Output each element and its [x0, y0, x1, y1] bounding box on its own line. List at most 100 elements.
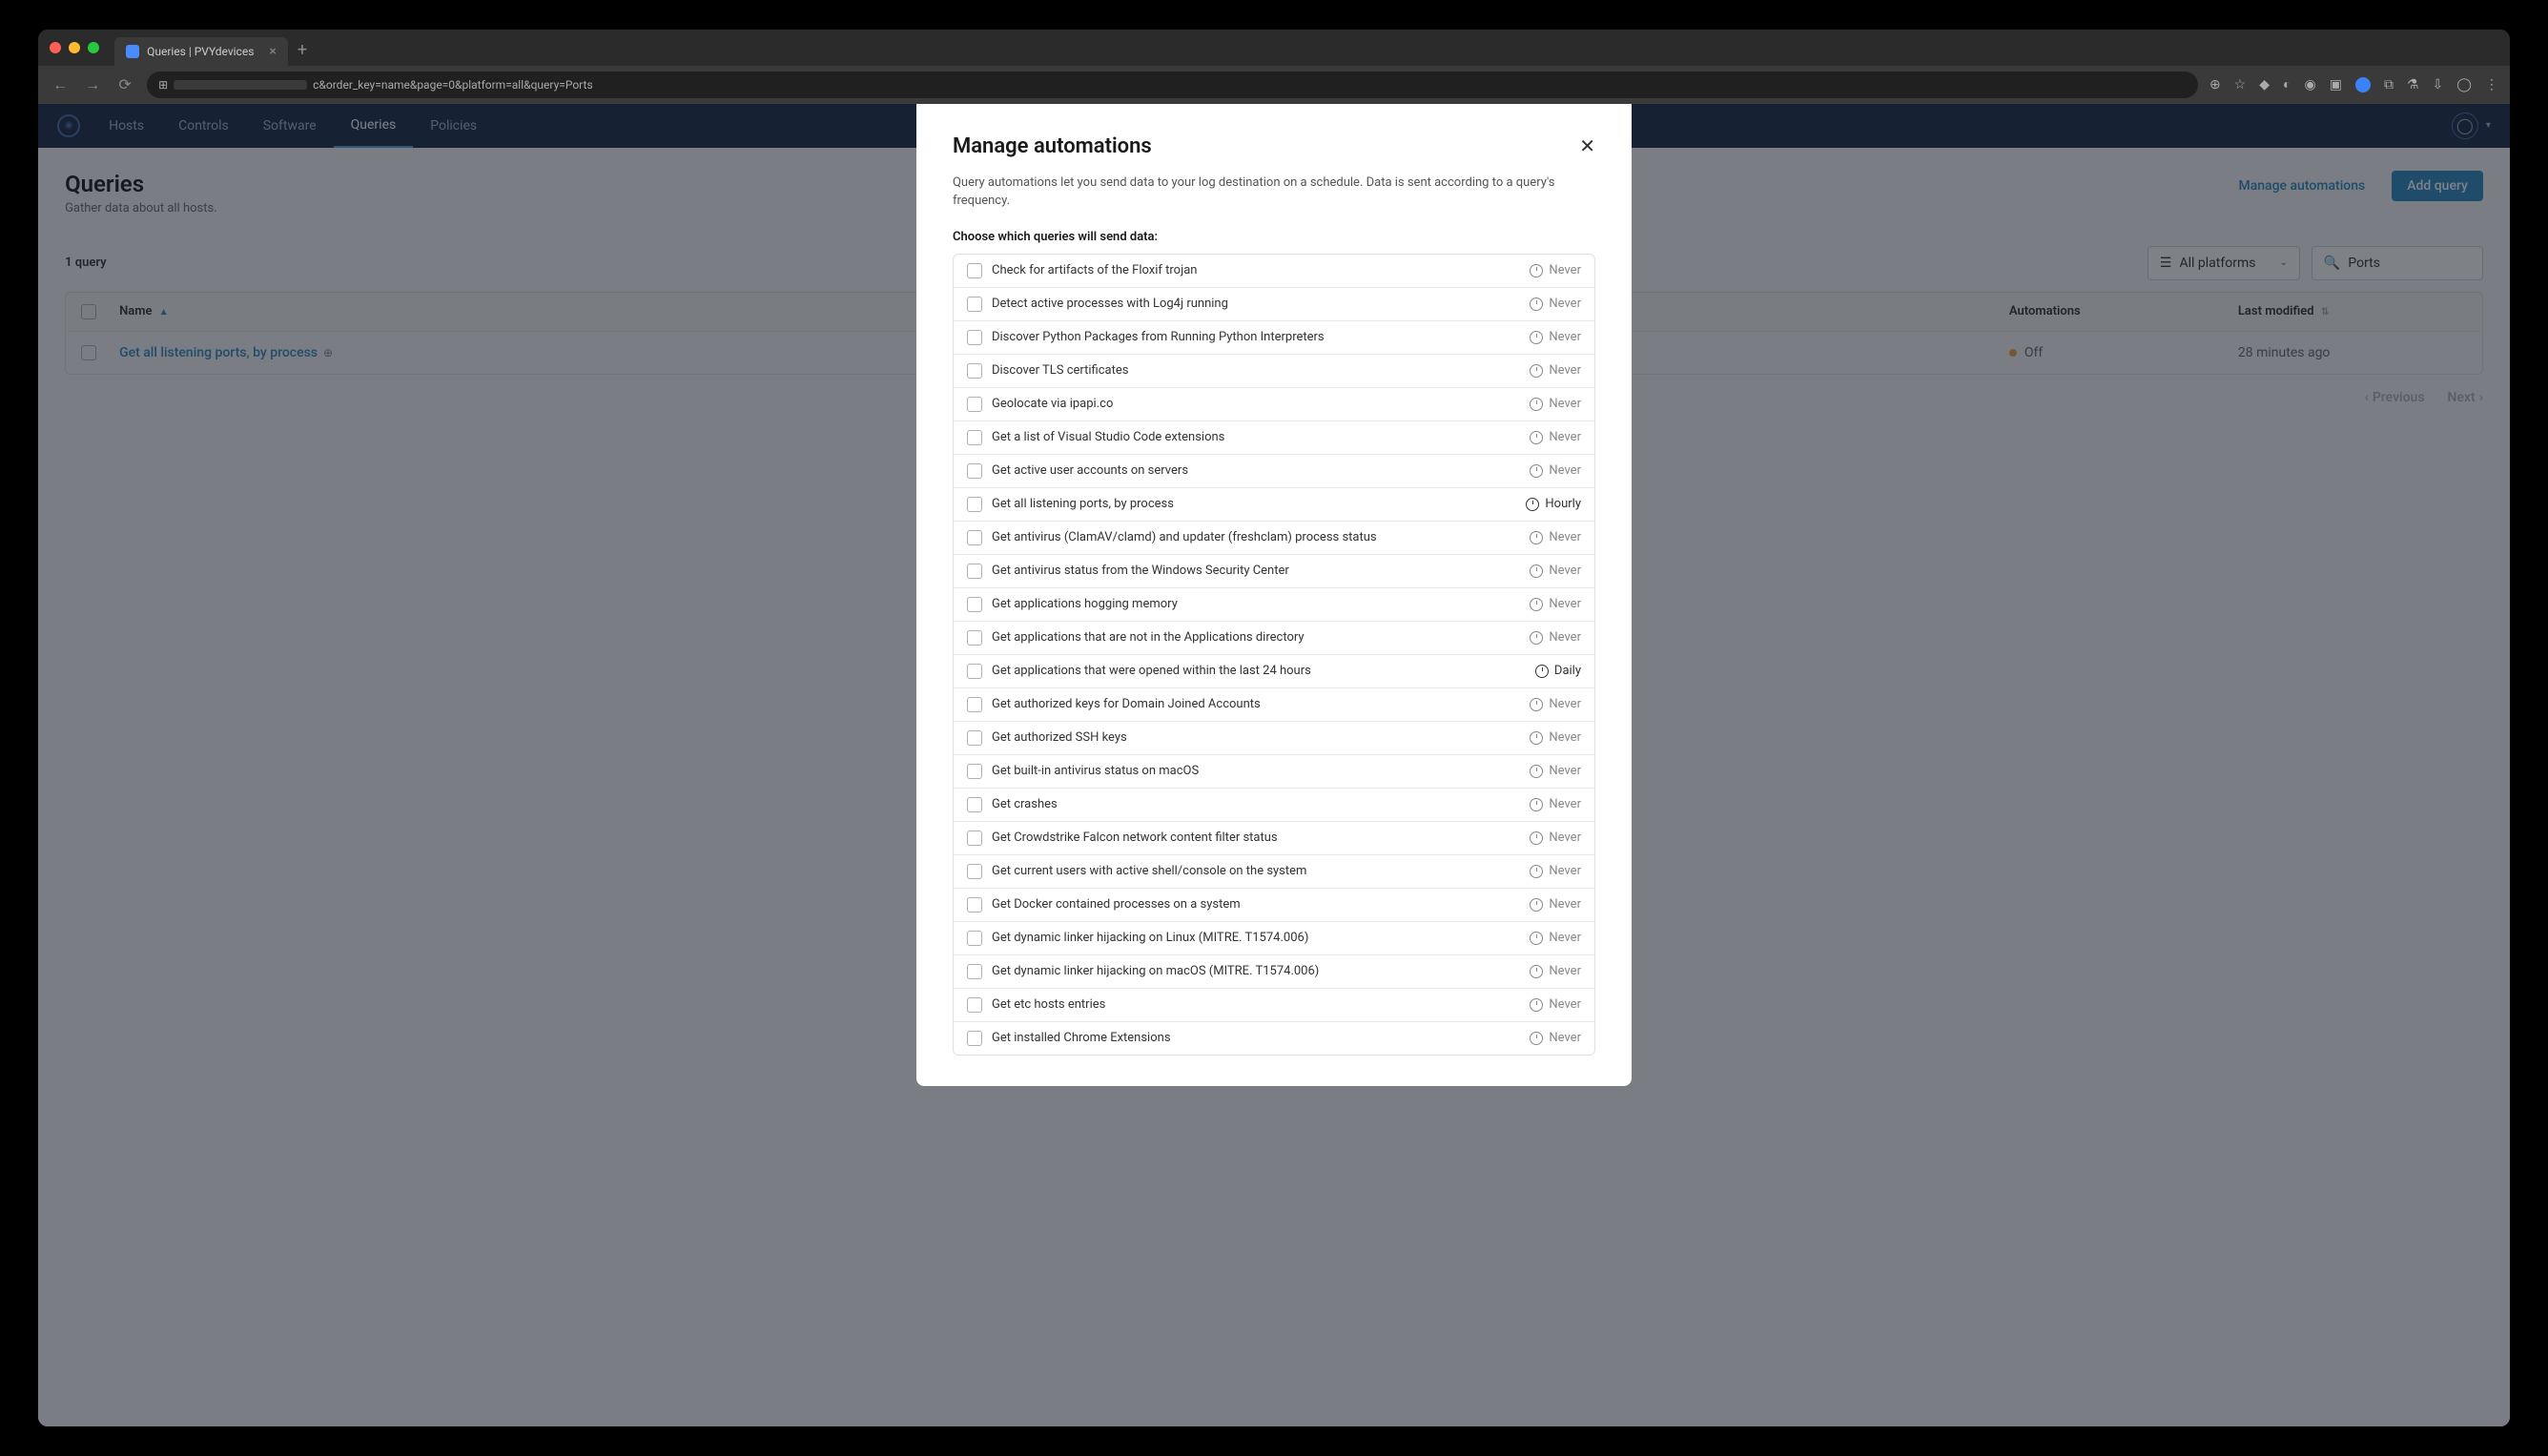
site-info-icon[interactable]: ⊞ [158, 78, 168, 92]
query-checkbox[interactable] [967, 897, 982, 913]
query-checkbox[interactable] [967, 697, 982, 712]
query-checkbox[interactable] [967, 931, 982, 946]
query-checkbox[interactable] [967, 797, 982, 812]
app-content: ◉ HostsControlsSoftwareQueriesPolicies ◯… [38, 104, 2510, 1427]
query-checkbox[interactable] [967, 664, 982, 679]
automation-query-row: Get installed Chrome ExtensionsNever [954, 1022, 1594, 1055]
query-name: Get Crowdstrike Falcon network content f… [992, 831, 1530, 845]
query-checkbox[interactable] [967, 463, 982, 479]
query-name: Geolocate via ipapi.co [992, 397, 1530, 411]
modal-close-button[interactable]: ✕ [1579, 134, 1595, 157]
modal-header: Manage automations ✕ [953, 134, 1595, 158]
query-checkbox[interactable] [967, 497, 982, 512]
clock-icon [1530, 531, 1543, 544]
query-checkbox[interactable] [967, 430, 982, 445]
automation-query-row: Get antivirus status from the Windows Se… [954, 555, 1594, 588]
query-checkbox-cell [967, 964, 992, 979]
query-name: Discover Python Packages from Running Py… [992, 330, 1530, 344]
menu-icon[interactable]: ⋮ [2485, 77, 2498, 92]
query-frequency: Never [1530, 897, 1581, 912]
minimize-window-button[interactable] [69, 42, 80, 53]
query-frequency: Never [1530, 397, 1581, 411]
query-checkbox-cell [967, 597, 992, 612]
query-checkbox-cell [967, 497, 992, 512]
query-checkbox-cell [967, 797, 992, 812]
query-checkbox[interactable] [967, 530, 982, 545]
automation-query-row: Get all listening ports, by processHourl… [954, 488, 1594, 522]
query-checkbox[interactable] [967, 630, 982, 646]
query-checkbox[interactable] [967, 297, 982, 312]
query-frequency: Never [1530, 297, 1581, 311]
automation-query-row: Get active user accounts on serversNever [954, 455, 1594, 488]
modal-description: Query automations let you send data to y… [953, 174, 1595, 211]
zoom-icon[interactable]: ⊕ [2209, 77, 2221, 92]
query-name: Get a list of Visual Studio Code extensi… [992, 430, 1530, 444]
clock-icon [1530, 898, 1543, 912]
extension1-icon[interactable]: ◆ [2259, 77, 2270, 92]
query-frequency: Never [1530, 764, 1581, 778]
query-name: Get dynamic linker hijacking on macOS (M… [992, 964, 1530, 978]
browser-tab[interactable]: Queries | PVYdevices × [114, 37, 288, 66]
extensions-icon[interactable]: ⧉ [2384, 77, 2394, 92]
clock-icon [1530, 765, 1543, 778]
extension6-icon[interactable]: ⚗ [2407, 77, 2419, 92]
clock-icon [1530, 398, 1543, 411]
downloads-icon[interactable]: ⇩ [2433, 77, 2444, 92]
query-checkbox[interactable] [967, 263, 982, 278]
query-checkbox[interactable] [967, 764, 982, 779]
query-frequency: Hourly [1526, 497, 1581, 511]
clock-icon [1530, 998, 1543, 1012]
new-tab-button[interactable]: + [298, 40, 307, 60]
automation-query-row: Get Crowdstrike Falcon network content f… [954, 822, 1594, 855]
query-checkbox-cell [967, 463, 992, 479]
query-checkbox[interactable] [967, 997, 982, 1013]
extension2-icon[interactable]: ◐ [2283, 76, 2291, 92]
query-frequency: Never [1530, 430, 1581, 444]
query-checkbox[interactable] [967, 397, 982, 412]
tab-close-icon[interactable]: × [269, 44, 276, 59]
extension4-icon[interactable]: ▣ [2330, 77, 2342, 92]
query-name: Get built-in antivirus status on macOS [992, 764, 1530, 778]
traffic-lights [50, 42, 99, 53]
query-checkbox-cell [967, 664, 992, 679]
query-name: Check for artifacts of the Floxif trojan [992, 263, 1530, 277]
automation-query-row: Get current users with active shell/cons… [954, 855, 1594, 889]
modal-title: Manage automations [953, 134, 1152, 158]
query-name: Get authorized keys for Domain Joined Ac… [992, 697, 1530, 711]
clock-icon [1530, 598, 1543, 611]
modal-overlay[interactable]: Manage automations ✕ Query automations l… [38, 104, 2510, 1427]
automation-query-row: Geolocate via ipapi.coNever [954, 388, 1594, 421]
query-name: Get antivirus (ClamAV/clamd) and updater… [992, 530, 1530, 544]
query-frequency: Never [1530, 463, 1581, 478]
query-checkbox[interactable] [967, 597, 982, 612]
automation-query-row: Get applications that were opened within… [954, 655, 1594, 688]
query-checkbox[interactable] [967, 363, 982, 379]
reload-button[interactable]: ⟳ [114, 75, 135, 93]
clock-icon [1530, 464, 1543, 478]
query-checkbox[interactable] [967, 864, 982, 879]
extension3-icon[interactable]: ◉ [2304, 77, 2315, 92]
query-checkbox[interactable] [967, 831, 982, 846]
clock-icon [1530, 564, 1543, 578]
query-checkbox-cell [967, 764, 992, 779]
query-checkbox-cell [967, 730, 992, 746]
extension5-icon[interactable] [2355, 77, 2371, 92]
forward-button[interactable]: → [82, 75, 103, 94]
query-checkbox-cell [967, 297, 992, 312]
bookmark-icon[interactable]: ☆ [2234, 77, 2247, 92]
close-window-button[interactable] [50, 42, 61, 53]
query-checkbox[interactable] [967, 964, 982, 979]
query-frequency: Never [1530, 697, 1581, 711]
query-name: Detect active processes with Log4j runni… [992, 297, 1530, 311]
profile-icon[interactable]: ◯ [2456, 77, 2472, 92]
maximize-window-button[interactable] [88, 42, 99, 53]
browser-window: Queries | PVYdevices × + ← → ⟳ ⊞ c&order… [38, 30, 2510, 1427]
query-name: Get installed Chrome Extensions [992, 1031, 1530, 1045]
automation-query-row: Get authorized keys for Domain Joined Ac… [954, 688, 1594, 722]
url-bar[interactable]: ⊞ c&order_key=name&page=0&platform=all&q… [147, 72, 2198, 98]
query-checkbox[interactable] [967, 1031, 982, 1046]
query-checkbox[interactable] [967, 564, 982, 579]
query-checkbox[interactable] [967, 330, 982, 345]
back-button[interactable]: ← [50, 75, 71, 94]
query-checkbox[interactable] [967, 730, 982, 746]
